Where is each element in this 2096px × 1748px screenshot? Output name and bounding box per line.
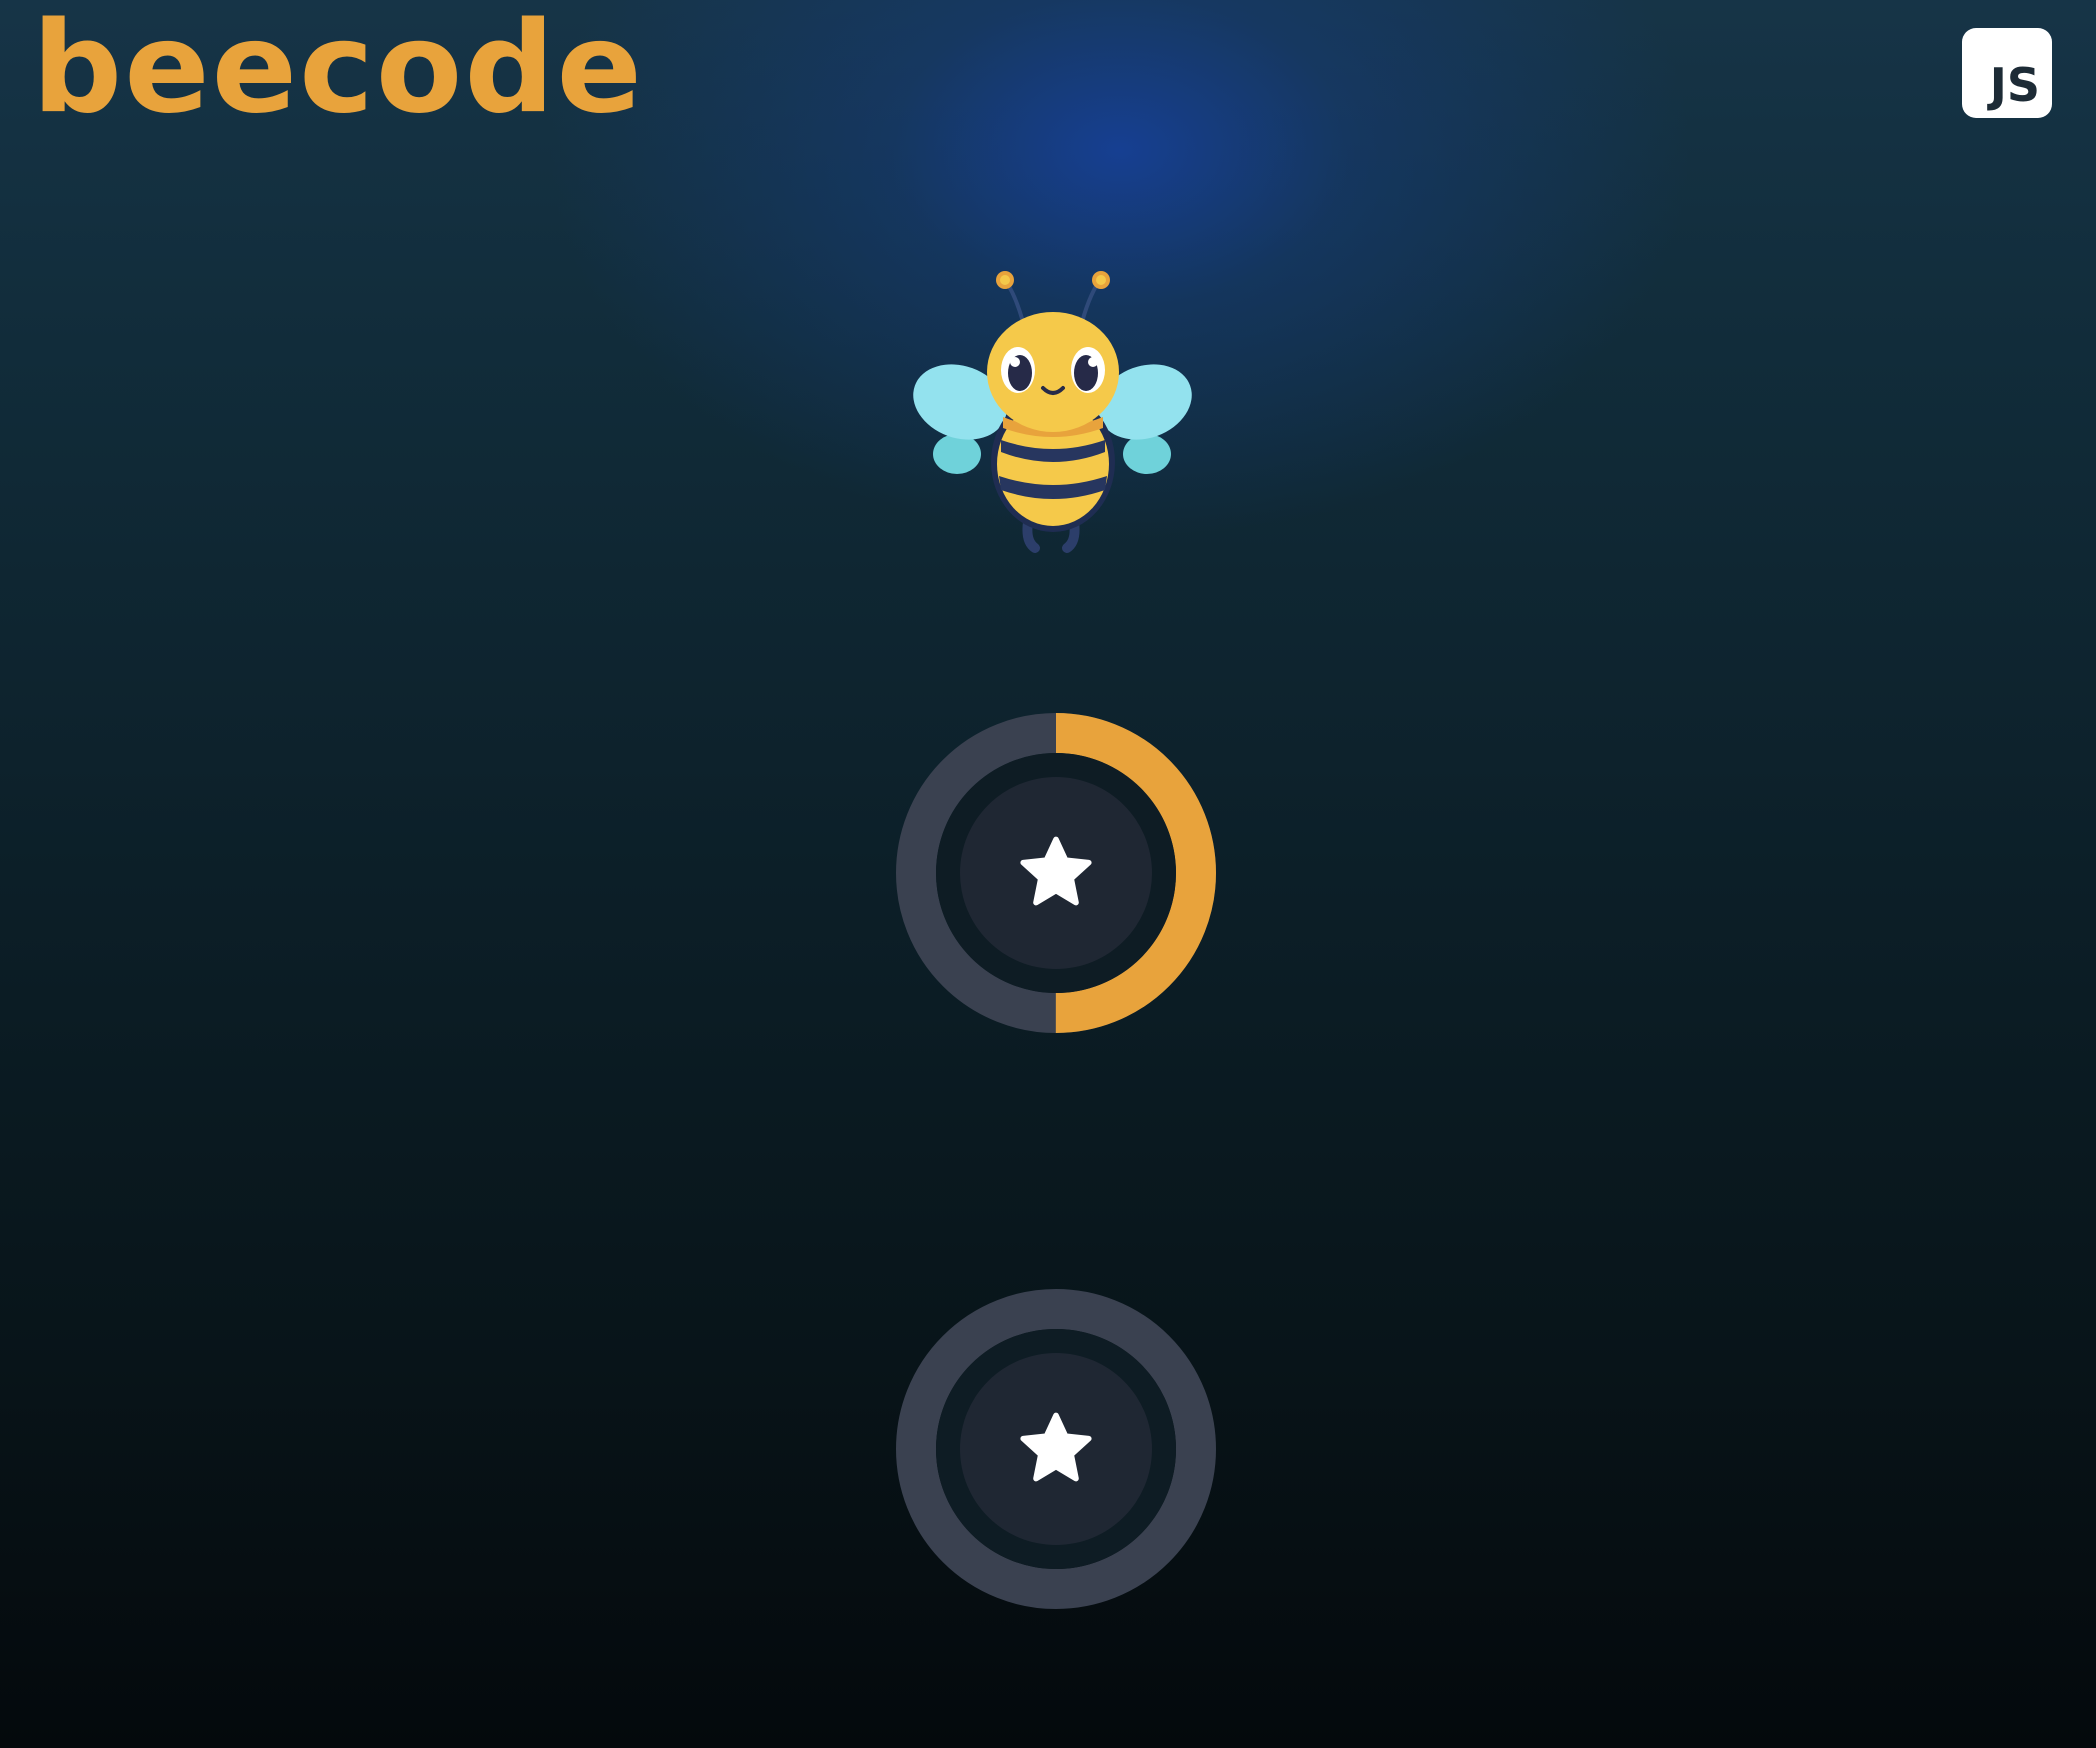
level-node-2[interactable] [894,1287,1218,1611]
bee-mascot-icon [913,271,1192,553]
beecode-logo[interactable]: beecode [32,5,644,131]
star-icon [1020,1412,1092,1482]
star-icon [1020,836,1092,906]
level-node-1[interactable] [894,711,1218,1035]
javascript-icon: JS [1989,58,2040,112]
javascript-language-badge[interactable]: JS [1962,28,2052,118]
